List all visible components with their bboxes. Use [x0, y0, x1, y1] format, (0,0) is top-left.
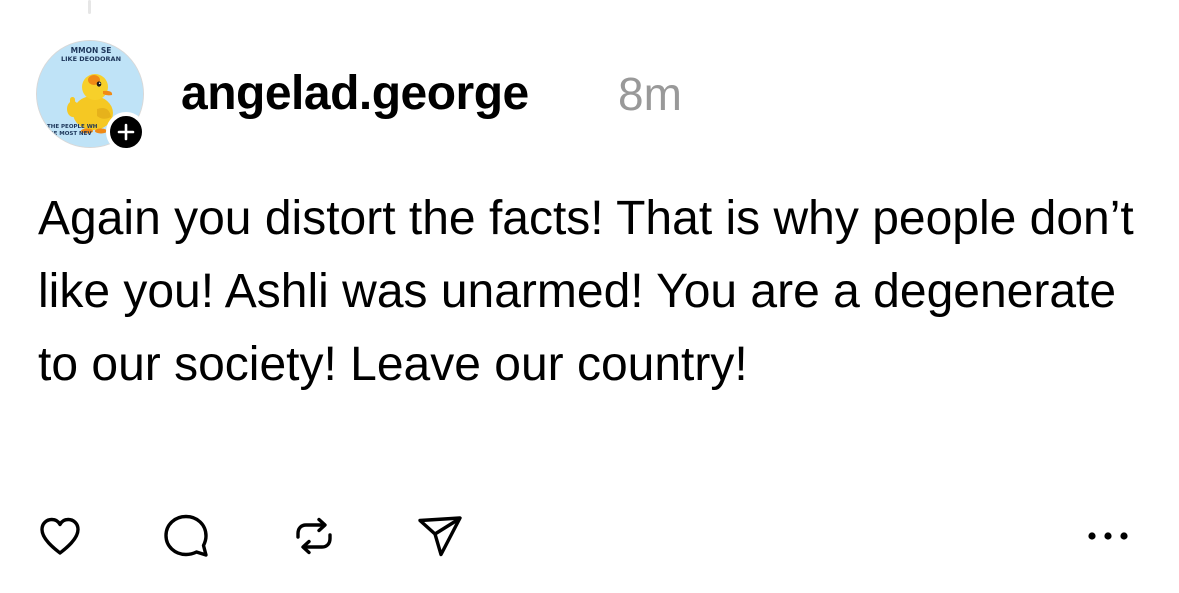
plus-icon	[117, 123, 135, 141]
repost-button[interactable]	[286, 508, 342, 564]
send-icon	[418, 516, 462, 557]
share-button[interactable]	[412, 508, 468, 564]
more-dots-icon	[1088, 532, 1128, 540]
avatar-bottom-text-2: HE MOST NEV	[49, 131, 92, 137]
avatar-container[interactable]: MMON SE LIKE DEODORAN THE PEOPLE WH HE M…	[36, 40, 146, 152]
repost-icon	[296, 517, 332, 555]
reply-button[interactable]	[158, 508, 214, 564]
username[interactable]: angelad.george	[181, 66, 529, 122]
heart-icon	[40, 517, 80, 555]
comment-bubble-icon	[164, 514, 208, 557]
avatar-top-text-1: MMON SE	[71, 46, 112, 55]
avatar-top-text-2: LIKE DEODORAN	[61, 55, 121, 63]
more-button[interactable]	[1080, 520, 1136, 552]
post-text: Again you distort the facts! That is why…	[38, 192, 1134, 391]
post-timestamp: 8m	[618, 68, 682, 120]
thread-connector-line	[88, 0, 91, 14]
avatar-bottom-text-1: THE PEOPLE WH	[47, 124, 98, 130]
follow-badge[interactable]	[106, 112, 146, 152]
like-button[interactable]	[32, 508, 88, 564]
